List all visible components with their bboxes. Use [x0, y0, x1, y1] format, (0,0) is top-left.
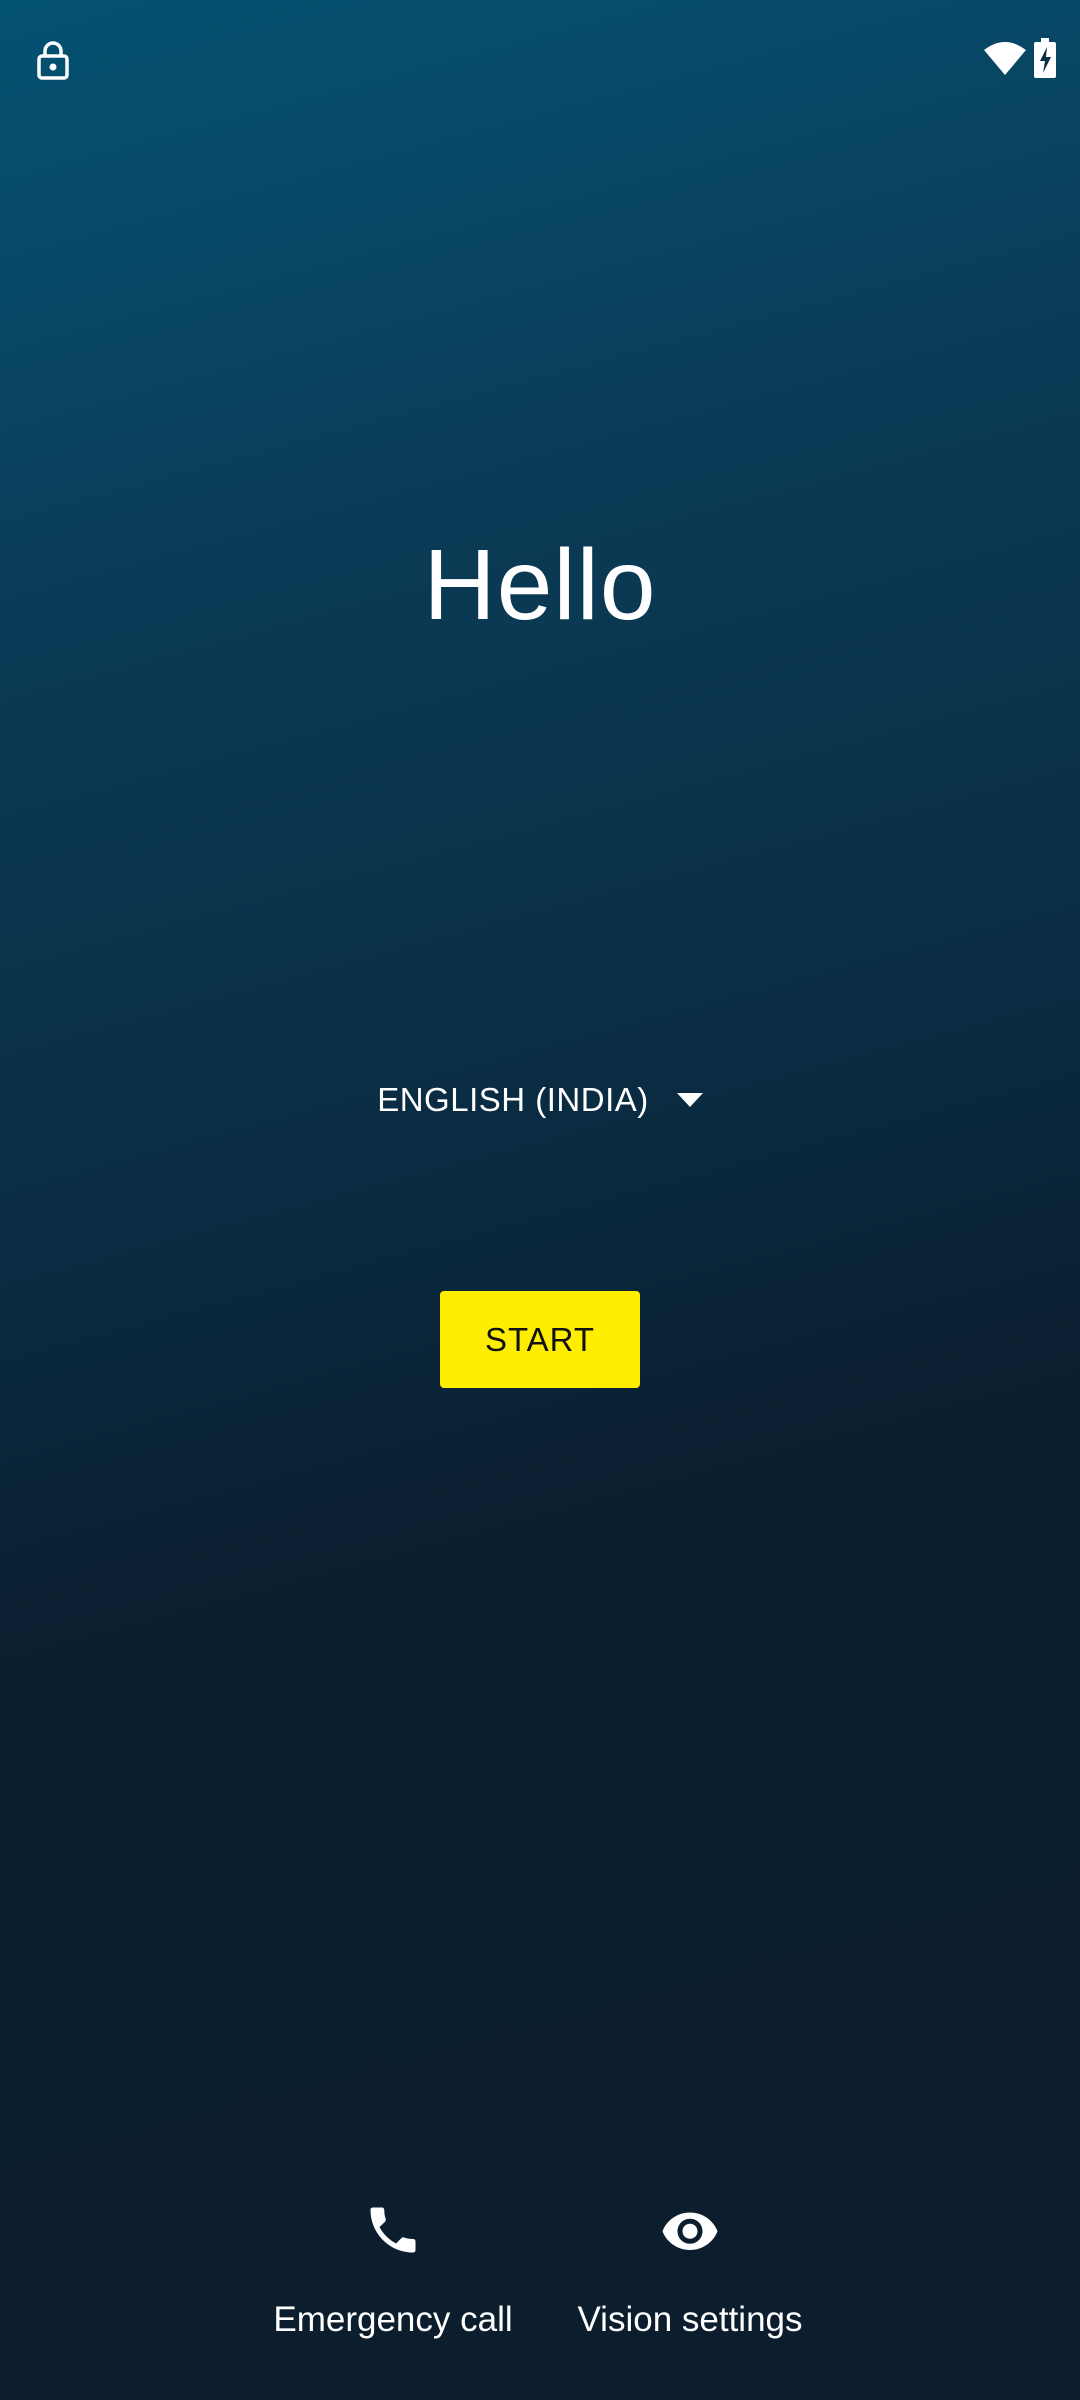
language-selector[interactable]: ENGLISH (INDIA) [360, 1070, 720, 1130]
vision-settings-button[interactable]: Vision settings [550, 2200, 830, 2360]
start-button[interactable]: START [440, 1291, 640, 1388]
phone-icon [370, 2207, 416, 2253]
battery-charging-icon [1034, 38, 1056, 78]
language-label: ENGLISH (INDIA) [377, 1081, 649, 1118]
status-bar [0, 0, 1080, 120]
welcome-title: Hello [423, 529, 657, 641]
emergency-call-label: Emergency call [273, 2300, 513, 2339]
eye-icon [662, 2212, 718, 2250]
lock-icon [37, 41, 69, 80]
wifi-icon [984, 42, 1026, 75]
caret-down-icon [676, 1093, 703, 1107]
vision-settings-label: Vision settings [577, 2300, 803, 2339]
emergency-call-button[interactable]: Emergency call [250, 2200, 536, 2360]
